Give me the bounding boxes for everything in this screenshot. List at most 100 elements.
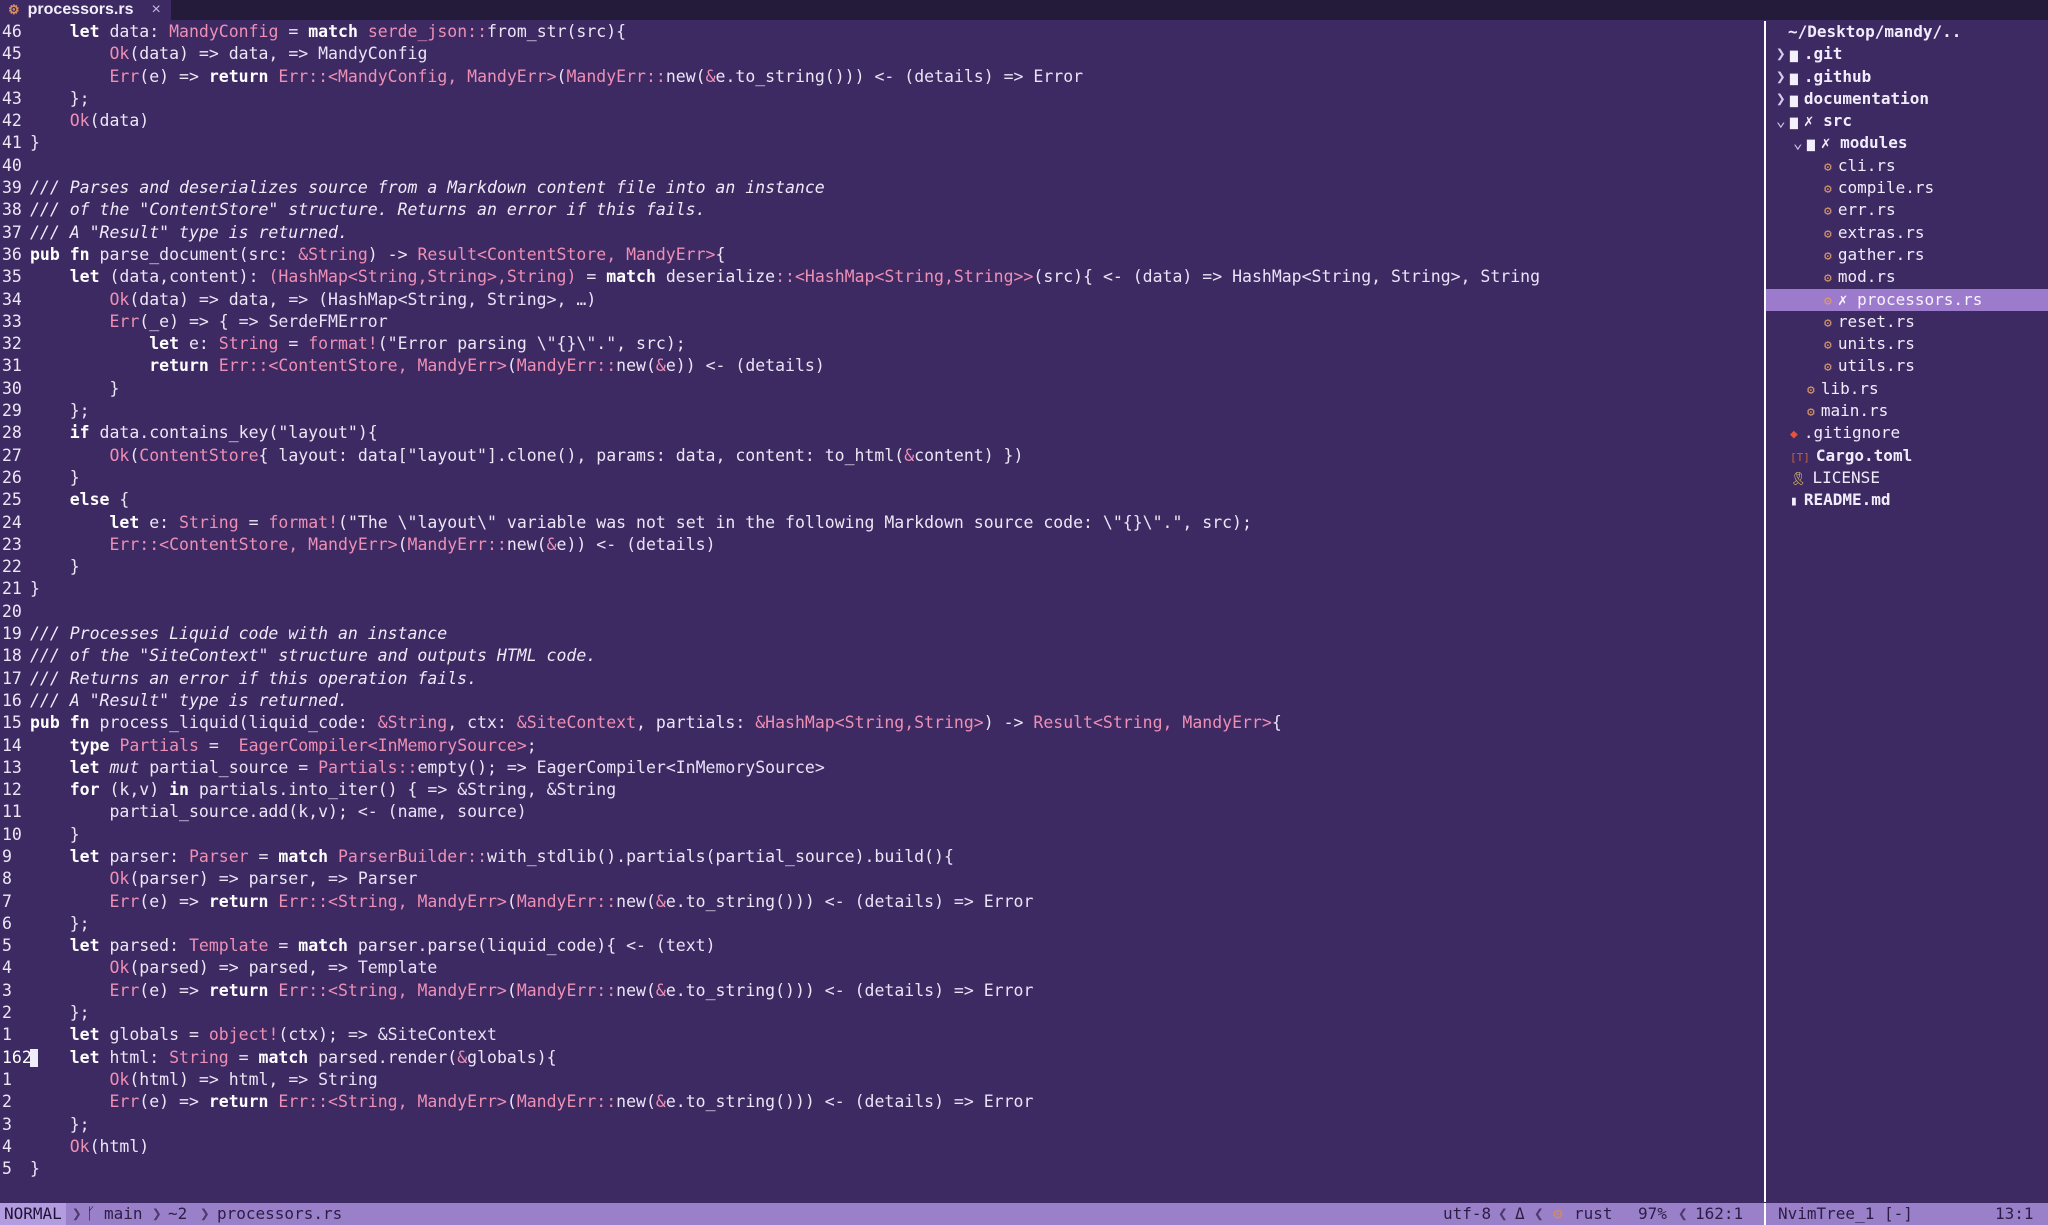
- chevron-icon: ❯: [1776, 44, 1786, 64]
- tree-item[interactable]: ⚙ cli.rs: [1766, 155, 2048, 177]
- code-line[interactable]: 36 pub fn parse_document(src: &String) ->…: [0, 244, 1764, 266]
- code-line[interactable]: 46 let data: MandyConfig = match serde_j…: [0, 21, 1764, 43]
- chevron-icon: ⌄: [1793, 133, 1803, 153]
- code-line[interactable]: 16 /// A "Result" type is returned.: [0, 690, 1764, 712]
- code-line[interactable]: 2 Err(e) => return Err::<String, MandyEr…: [0, 1091, 1764, 1113]
- tree-item[interactable]: ⌄ ▆ ✗ modules: [1766, 132, 2048, 154]
- tree-item[interactable]: ⚙ main.rs: [1766, 400, 2048, 422]
- code-line[interactable]: 39 /// Parses and deserializes source fro…: [0, 177, 1764, 199]
- code-line[interactable]: 14 type Partials = EagerCompiler<InMemor…: [0, 735, 1764, 757]
- separator-icon: ❮: [1678, 1204, 1688, 1223]
- cursor-position: 162:1: [1695, 1204, 1744, 1223]
- code-line[interactable]: 37 /// A "Result" type is returned.: [0, 222, 1764, 244]
- code-text: }: [30, 378, 120, 398]
- tree-item[interactable]: ⚙ extras.rs: [1766, 222, 2048, 244]
- code-line[interactable]: 6 };: [0, 913, 1764, 935]
- tree-item[interactable]: ◆ .gitignore: [1766, 422, 2048, 444]
- code-line[interactable]: 24 let e: String = format!("The \"layout…: [0, 512, 1764, 534]
- folder-icon: ▆: [1790, 92, 1798, 108]
- code-line[interactable]: 25 else {: [0, 489, 1764, 511]
- code-line[interactable]: 43 };: [0, 88, 1764, 110]
- folder-icon: ▆: [1790, 115, 1798, 131]
- line-number: 37: [2, 222, 22, 242]
- code-line[interactable]: 35 let (data,content): (HashMap<String,S…: [0, 266, 1764, 288]
- line-number: 14: [2, 735, 22, 755]
- code-line[interactable]: 27 Ok(ContentStore{ layout: data["layout…: [0, 445, 1764, 467]
- code-line[interactable]: 42 Ok(data): [0, 110, 1764, 132]
- code-line[interactable]: 34 Ok(data) => data, => (HashMap<String,…: [0, 289, 1764, 311]
- tab-processors-rs[interactable]: ⚙ processors.rs ×: [0, 0, 171, 20]
- code-line[interactable]: 32 let e: String = format!("Error parsin…: [0, 333, 1764, 355]
- rsicon-icon: ⚙: [1824, 182, 1832, 198]
- code-line[interactable]: 9 let parser: Parser = match ParserBuild…: [0, 846, 1764, 868]
- tree-item[interactable]: ❯ ▆ .git: [1766, 43, 2048, 65]
- code-line[interactable]: 31 return Err::<ContentStore, MandyErr>(…: [0, 355, 1764, 377]
- tree-item[interactable]: ⚙ err.rs: [1766, 199, 2048, 221]
- code-line[interactable]: 10 }: [0, 824, 1764, 846]
- tree-item[interactable]: ❯ ▆ .github: [1766, 66, 2048, 88]
- code-line[interactable]: 21}: [0, 578, 1764, 600]
- line-number: 46: [2, 22, 22, 41]
- tree-item[interactable]: ⚙ ✗ processors.rs: [1766, 288, 2048, 311]
- code-line[interactable]: 40: [0, 155, 1764, 177]
- code-line[interactable]: 22 }: [0, 556, 1764, 578]
- code-line[interactable]: 26 }: [0, 467, 1764, 489]
- tree-item[interactable]: 🎗 LICENSE: [1766, 467, 2048, 489]
- code-line[interactable]: 13 let mut partial_source = Partials::em…: [0, 757, 1764, 779]
- code-line[interactable]: 38 /// of the "ContentStore" structure. R…: [0, 199, 1764, 221]
- rsicon-icon: ⚙: [1824, 226, 1832, 242]
- tree-item[interactable]: [T] Cargo.toml: [1766, 445, 2048, 467]
- code-line[interactable]: 4 Ok(parsed) => parsed, => Template: [0, 957, 1764, 979]
- code-line[interactable]: 15 pub fn process_liquid(liquid_code: &St…: [0, 712, 1764, 734]
- code-line[interactable]: 5}: [0, 1158, 1764, 1180]
- code-line[interactable]: 45 Ok(data) => data, => MandyConfig: [0, 43, 1764, 65]
- code-line[interactable]: 7 Err(e) => return Err::<String, MandyEr…: [0, 891, 1764, 913]
- line-number: 1: [2, 1069, 12, 1089]
- tree-item[interactable]: ❯ ▆ documentation: [1766, 88, 2048, 110]
- code-line[interactable]: 28 if data.contains_key("layout"){: [0, 422, 1764, 444]
- separator-icon: ❮: [1534, 1204, 1544, 1223]
- tree-item-label: compile.rs: [1837, 178, 1935, 198]
- tree-item[interactable]: ⚙ gather.rs: [1766, 244, 2048, 266]
- rsicon-icon: ⚙: [1807, 382, 1815, 398]
- code-line[interactable]: 23 Err::<ContentStore, MandyErr>(MandyEr…: [0, 534, 1764, 556]
- code-line[interactable]: 1 let globals = object!(ctx); => &SiteCo…: [0, 1024, 1764, 1046]
- git-branch[interactable]: main: [104, 1203, 143, 1225]
- code-line[interactable]: 19 /// Processes Liquid code with an inst…: [0, 623, 1764, 645]
- code-line[interactable]: 29 };: [0, 400, 1764, 422]
- rsicon-icon: ⚙: [1824, 248, 1832, 264]
- code-line[interactable]: 8 Ok(parser) => parser, => Parser: [0, 868, 1764, 890]
- tree-item[interactable]: ⚙ lib.rs: [1766, 378, 2048, 400]
- tree-item[interactable]: ⌄ ▆ ✗ src: [1766, 110, 2048, 132]
- code-line[interactable]: 2 };: [0, 1002, 1764, 1024]
- code-line[interactable]: 12 for (k,v) in partials.into_iter() { =…: [0, 779, 1764, 801]
- code-line[interactable]: 33 Err(_e) => { => SerdeFMError: [0, 311, 1764, 333]
- code-line[interactable]: 18 /// of the "SiteContext" structure and…: [0, 645, 1764, 667]
- code-line[interactable]: 17 /// Returns an error if this operation…: [0, 668, 1764, 690]
- code-text: Ok(data): [69, 111, 150, 131]
- tree-item[interactable]: ⚙ units.rs: [1766, 333, 2048, 355]
- tree-item-label: units.rs: [1837, 334, 1915, 354]
- code-line[interactable]: 11 partial_source.add(k,v); <- (name, so…: [0, 801, 1764, 823]
- code-line[interactable]: 30 }: [0, 378, 1764, 400]
- code-line[interactable]: 3 };: [0, 1114, 1764, 1136]
- rust-filetype-icon: ⚙: [1553, 1204, 1563, 1223]
- code-line[interactable]: 20: [0, 601, 1764, 623]
- tree-item[interactable]: ⚙ mod.rs: [1766, 266, 2048, 288]
- close-icon[interactable]: ×: [152, 1, 161, 19]
- code-line[interactable]: 41}: [0, 132, 1764, 154]
- code-text: let data: MandyConfig = match serde_json…: [69, 22, 627, 41]
- tree-item[interactable]: ▮ README.md: [1766, 489, 2048, 511]
- tree-item[interactable]: ⚙ utils.rs: [1766, 355, 2048, 377]
- code-line[interactable]: 4 Ok(html): [0, 1136, 1764, 1158]
- file-tree[interactable]: ~/Desktop/mandy/.. ❯ ▆ .git ❯ ▆ .github ❯ ▆ docu…: [1766, 21, 2048, 1202]
- line-number: 41: [2, 133, 22, 153]
- code-line[interactable]: 44 Err(e) => return Err::<MandyConfig, M…: [0, 66, 1764, 88]
- code-editor[interactable]: 46 let data: MandyConfig = match serde_j…: [0, 21, 1764, 1202]
- tree-item[interactable]: ⚙ compile.rs: [1766, 177, 2048, 199]
- code-line[interactable]: 162 let html: String = match parsed.rend…: [0, 1047, 1764, 1069]
- tree-item[interactable]: ⚙ reset.rs: [1766, 311, 2048, 333]
- code-line[interactable]: 5 let parsed: Template = match parser.pa…: [0, 935, 1764, 957]
- code-line[interactable]: 1 Ok(html) => html, => String: [0, 1069, 1764, 1091]
- code-line[interactable]: 3 Err(e) => return Err::<String, MandyEr…: [0, 980, 1764, 1002]
